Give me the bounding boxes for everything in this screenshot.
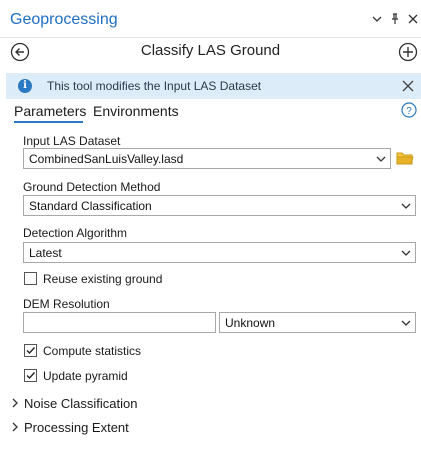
chevron-down-icon — [401, 320, 411, 326]
reuse-ground-checkbox[interactable] — [24, 272, 37, 285]
section-label: Processing Extent — [24, 420, 129, 435]
add-circle-icon[interactable] — [398, 42, 418, 62]
pane-title: Geoprocessing — [10, 11, 118, 28]
tool-title: Classify LAS Ground — [140, 42, 281, 59]
section-label: Noise Classification — [24, 396, 138, 411]
chevron-right-icon — [12, 422, 18, 432]
update-pyramid-label: Update pyramid — [43, 369, 128, 383]
section-processing-extent[interactable]: Processing Extent — [10, 420, 129, 435]
close-pane-button[interactable] — [405, 11, 421, 27]
input-las-value: CombinedSanLuisValley.lasd — [29, 152, 184, 166]
info-icon: i — [18, 79, 32, 93]
chevron-down-icon — [376, 156, 386, 162]
pane-titlebar: Geoprocessing — [0, 0, 421, 38]
chevron-right-icon — [12, 398, 18, 408]
dem-unit-dropdown[interactable]: Unknown — [219, 312, 416, 333]
tool-header: Classify LAS Ground — [0, 38, 421, 68]
folder-icon[interactable] — [396, 151, 414, 165]
compute-statistics-label: Compute statistics — [43, 344, 142, 358]
close-icon — [408, 14, 418, 24]
update-pyramid-checkbox[interactable] — [24, 369, 37, 382]
tab-environments[interactable]: Environments — [93, 103, 179, 119]
reuse-ground-label: Reuse existing ground — [43, 272, 163, 286]
chevron-down-icon — [372, 16, 382, 22]
compute-statistics-checkbox[interactable] — [24, 344, 37, 357]
chevron-down-icon — [401, 203, 411, 209]
section-noise-classification[interactable]: Noise Classification — [10, 396, 137, 411]
chevron-down-icon — [401, 250, 411, 256]
dem-resolution-input[interactable] — [23, 312, 216, 333]
info-message: This tool modifies the Input LAS Dataset — [47, 79, 262, 93]
pin-button[interactable] — [387, 11, 403, 27]
tab-parameters[interactable]: Parameters — [14, 103, 86, 119]
dismiss-info-button[interactable] — [402, 76, 417, 96]
svg-text:?: ? — [406, 106, 412, 117]
pane-options-button[interactable] — [369, 11, 385, 27]
detection-algorithm-label: Detection Algorithm — [23, 226, 128, 240]
help-icon[interactable]: ? — [401, 102, 417, 118]
ground-method-label: Ground Detection Method — [23, 180, 161, 194]
ground-method-dropdown[interactable]: Standard Classification — [23, 195, 416, 216]
input-las-dropdown[interactable]: CombinedSanLuisValley.lasd — [23, 148, 391, 169]
pin-icon — [392, 13, 398, 24]
input-las-label: Input LAS Dataset — [23, 134, 121, 148]
active-tab-indicator — [14, 121, 83, 123]
ground-method-value: Standard Classification — [29, 199, 152, 213]
checkmark-icon — [26, 347, 36, 355]
detection-algorithm-dropdown[interactable]: Latest — [23, 242, 416, 263]
detection-algorithm-value: Latest — [29, 246, 62, 260]
dem-resolution-label: DEM Resolution — [23, 297, 110, 311]
close-icon — [402, 80, 414, 92]
checkmark-icon — [26, 372, 36, 380]
dem-unit-value: Unknown — [225, 316, 276, 330]
info-message-bar: i This tool modifies the Input LAS Datas… — [6, 73, 421, 99]
